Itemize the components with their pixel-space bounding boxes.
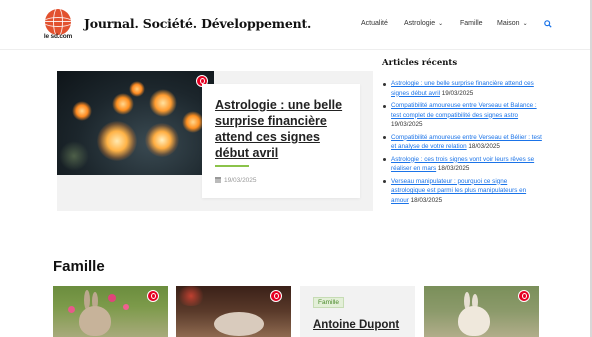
site-logo[interactable]: le sd.com (42, 9, 74, 41)
famille-card-image[interactable] (176, 286, 291, 337)
list-item: Verseau manipulateur : pourquoi ce signe… (382, 177, 542, 206)
list-item: Astrologie : une belle surprise financiè… (382, 79, 542, 98)
category-tag[interactable]: Famille (313, 297, 344, 308)
recent-article-date: 18/03/2025 (437, 165, 470, 172)
search-icon[interactable] (544, 20, 552, 28)
nav-label: Maison (497, 20, 520, 27)
card-title[interactable]: Antoine Dupont (313, 319, 415, 331)
recent-article-date: 18/03/2025 (410, 196, 443, 204)
featured-image[interactable] (57, 71, 214, 175)
nav-item-maison[interactable]: Maison ⌄ (497, 20, 528, 27)
recent-article-date: 19/03/2025 (391, 121, 423, 128)
recent-article-date: 18/03/2025 (468, 143, 500, 150)
nav-label: Actualité (361, 20, 388, 27)
logo-text: le sd.com (43, 33, 73, 40)
famille-card-image[interactable] (53, 286, 168, 337)
featured-title[interactable]: Astrologie : une belle surprise financiè… (215, 97, 355, 161)
recent-article-link[interactable]: Compatibilité amoureuse entre Verseau et… (391, 134, 542, 151)
nav-item-actualite[interactable]: Actualité (361, 20, 388, 27)
pinterest-icon[interactable] (518, 290, 530, 302)
list-item: Compatibilité amoureuse entre Verseau et… (382, 101, 542, 130)
recent-article-date: 19/03/2025 (441, 89, 474, 97)
pinterest-icon[interactable] (147, 290, 159, 302)
list-item: Astrologie : ces trois signes vont voir … (382, 155, 542, 174)
recent-articles-title: Articles récents (382, 58, 458, 68)
chevron-down-icon: ⌄ (438, 21, 444, 27)
section-title-famille: Famille (53, 258, 105, 275)
list-item: Compatibilité amoureuse entre Verseau et… (382, 133, 542, 152)
famille-card-image[interactable] (424, 286, 539, 337)
recent-article-link[interactable]: Compatibilité amoureuse entre Verseau et… (391, 102, 537, 119)
nav-label: Astrologie (404, 20, 436, 27)
calendar-icon (215, 177, 221, 183)
site-title[interactable]: Journal. Société. Développement. (84, 16, 311, 31)
featured-card: Astrologie : une belle surprise financiè… (202, 84, 360, 198)
site-header: le sd.com Journal. Société. Développemen… (0, 0, 592, 50)
accent-divider (215, 165, 249, 167)
featured-date: 19/03/2025 (215, 177, 257, 184)
recent-articles-list: Astrologie : une belle surprise financiè… (382, 79, 542, 208)
nav-label: Famille (460, 20, 483, 27)
pinterest-icon[interactable] (270, 290, 282, 302)
nav-item-astrologie[interactable]: Astrologie ⌄ (404, 20, 443, 27)
featured-date-text: 19/03/2025 (224, 177, 257, 184)
nav-item-famille[interactable]: Famille (460, 20, 483, 27)
famille-card-text: Famille Antoine Dupont (300, 286, 415, 337)
globe-icon (45, 9, 71, 35)
chevron-down-icon: ⌄ (522, 21, 528, 27)
